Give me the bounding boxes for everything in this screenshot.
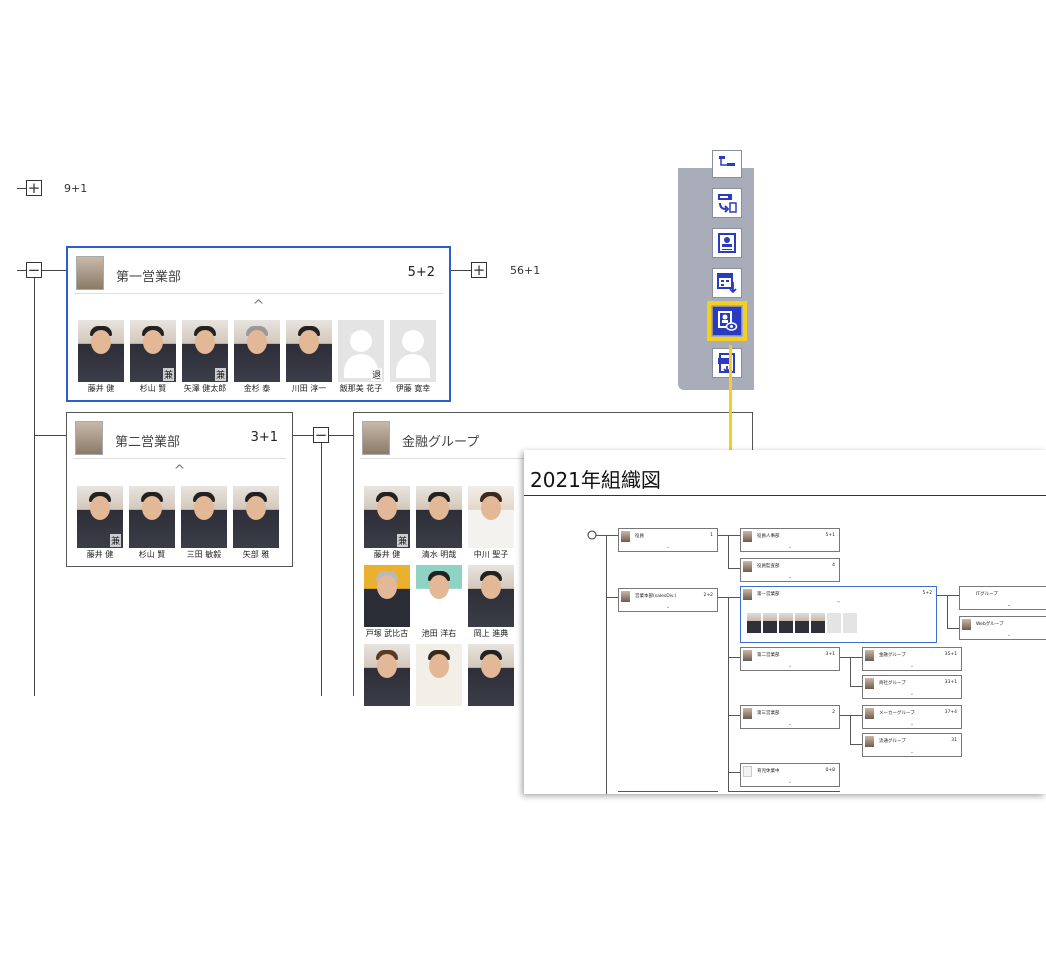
- card-title: 第二営業部: [115, 435, 181, 450]
- preview-node-yakuin-kansa: 役員監査部 4 ⌄: [740, 558, 840, 582]
- member[interactable]: 伊藤 寛幸: [390, 320, 436, 394]
- preview-node-shosha: 商社グループ 33+1 ⌄: [862, 675, 962, 699]
- member-tag: 退: [370, 368, 382, 381]
- member[interactable]: [468, 644, 514, 706]
- node-count: 56+1: [510, 264, 541, 277]
- member-name: 中川 聖子: [473, 550, 509, 559]
- connector: [34, 435, 67, 436]
- card-count: 3+1: [250, 430, 278, 445]
- member[interactable]: 藤井 健: [78, 320, 124, 394]
- org-chart-preview: 2021年組織図 役員 1 ⌄ 営業本部(salesDiv.) 2+2 ⌄ 役員人事部 5…: [524, 450, 1046, 794]
- node-count: 9+1: [64, 182, 88, 195]
- member[interactable]: 矢部 雅: [233, 486, 279, 560]
- collapse-toggle[interactable]: −: [313, 427, 329, 443]
- member-name: 川田 淳一: [291, 384, 327, 393]
- expand-toggle[interactable]: +: [471, 262, 487, 278]
- connector: [42, 270, 67, 271]
- member-name: 藤井 健: [86, 550, 114, 559]
- member[interactable]: 戸塚 武比古: [364, 565, 410, 639]
- member-name: 清水 明哉: [421, 550, 457, 559]
- member[interactable]: 兼矢澤 健太郎: [182, 320, 228, 394]
- preview-node-dai2: 第二営業部 3+1 ⌄: [740, 647, 840, 671]
- member[interactable]: [416, 644, 462, 706]
- connector: [34, 278, 35, 696]
- connector: [329, 435, 353, 436]
- member[interactable]: 清水 明哉: [416, 486, 462, 560]
- member-tag: 兼: [109, 534, 121, 547]
- member[interactable]: 金杉 泰: [234, 320, 280, 394]
- connector: [293, 435, 313, 436]
- image-export-icon[interactable]: [712, 348, 742, 378]
- preview-node-ryutsu: 流通グループ 31 ⌄: [862, 733, 962, 757]
- member-name: 藤井 健: [373, 550, 401, 559]
- member-name: 杉山 賢: [138, 550, 166, 559]
- preview-node-eigyo-honbu: 営業本部(salesDiv.) 2+2 ⌄: [618, 588, 718, 612]
- manager-avatar: [75, 421, 103, 455]
- member-name: 岡上 進典: [473, 629, 509, 638]
- preview-node-yakuin: 役員 1 ⌄: [618, 528, 718, 552]
- member-name: 金杉 泰: [243, 384, 271, 393]
- member-name: 藤井 健: [87, 384, 115, 393]
- member-name: 伊藤 寛幸: [395, 384, 431, 393]
- collapse-caret-icon[interactable]: ^: [174, 463, 186, 479]
- member-name: 杉山 賢: [139, 384, 167, 393]
- member[interactable]: 川田 淳一: [286, 320, 332, 394]
- member-name: 戸塚 武比古: [365, 629, 409, 638]
- card-title: 金融グループ: [402, 435, 480, 450]
- member-name: 池田 洋右: [421, 629, 457, 638]
- calendar-sync-icon[interactable]: [712, 268, 742, 298]
- member-tag: 兼: [214, 368, 226, 381]
- member[interactable]: 三田 敏毅: [181, 486, 227, 560]
- preview-node-it: ITグループ ⌄: [959, 586, 1046, 610]
- dept-card-dai1[interactable]: 第一営業部 5+2 ^ 藤井 健 兼杉山 賢 兼矢澤 健太郎 金杉 泰 川田 淳…: [66, 246, 451, 402]
- member[interactable]: 兼杉山 賢: [130, 320, 176, 394]
- member[interactable]: 杉山 賢: [129, 486, 175, 560]
- preview-node-dai1: 第一営業部 5+2 ^: [740, 586, 937, 643]
- expand-toggle[interactable]: +: [26, 180, 42, 196]
- highlight-arrow: [729, 345, 732, 463]
- connector: [17, 270, 26, 271]
- org-layout-icon[interactable]: [712, 150, 742, 178]
- member-name: 矢澤 健太郎: [183, 384, 227, 393]
- manager-avatar: [362, 421, 390, 455]
- profile-card-icon[interactable]: [712, 228, 742, 258]
- dept-card-dai2[interactable]: 第二営業部 3+1 ^ 兼藤井 健 杉山 賢 三田 敏毅 矢部 雅: [66, 412, 293, 567]
- title-underline: [524, 495, 1046, 496]
- card-title: 第一営業部: [116, 270, 182, 285]
- member-name: 矢部 雅: [242, 550, 270, 559]
- preview-node-dai3: 第三営業部 2 ⌄: [740, 705, 840, 729]
- card-header: 第二営業部 3+1: [73, 419, 286, 459]
- connector: [451, 270, 471, 271]
- member-tag: 兼: [396, 534, 408, 547]
- collapse-toggle[interactable]: −: [26, 262, 42, 278]
- preview-node-ikuji: 育児休業中 0+8 ⌄: [740, 763, 840, 787]
- connector: [321, 443, 322, 696]
- member[interactable]: 岡上 進典: [468, 565, 514, 639]
- member-name: 三田 敏毅: [186, 550, 222, 559]
- swap-export-icon[interactable]: [712, 188, 742, 218]
- card-count: 5+2: [407, 265, 435, 280]
- preview-eye-icon[interactable]: [707, 301, 747, 341]
- member[interactable]: 池田 洋右: [416, 565, 462, 639]
- member[interactable]: [364, 644, 410, 706]
- member-name: 飯那美 花子: [339, 384, 383, 393]
- connector: [17, 188, 26, 189]
- preview-node-yakuin-jimu: 役員人事部 5+1 ⌄: [740, 528, 840, 552]
- member-tag: 兼: [162, 368, 174, 381]
- preview-node-web: Webグループ ⌄: [959, 616, 1046, 640]
- manager-avatar: [76, 256, 104, 290]
- card-header: 第一営業部 5+2: [74, 254, 443, 294]
- preview-node-kinyu: 金融グループ 35+1 ⌄: [862, 647, 962, 671]
- member[interactable]: 退飯那美 花子: [338, 320, 384, 394]
- preview-title: 2021年組織図: [530, 468, 661, 492]
- collapse-caret-icon[interactable]: ^: [253, 298, 265, 314]
- member[interactable]: 兼藤井 健: [77, 486, 123, 560]
- preview-node-maker: メーカーグループ 37+4 ⌄: [862, 705, 962, 729]
- member[interactable]: 中川 聖子: [468, 486, 514, 560]
- member[interactable]: 兼藤井 健: [364, 486, 410, 560]
